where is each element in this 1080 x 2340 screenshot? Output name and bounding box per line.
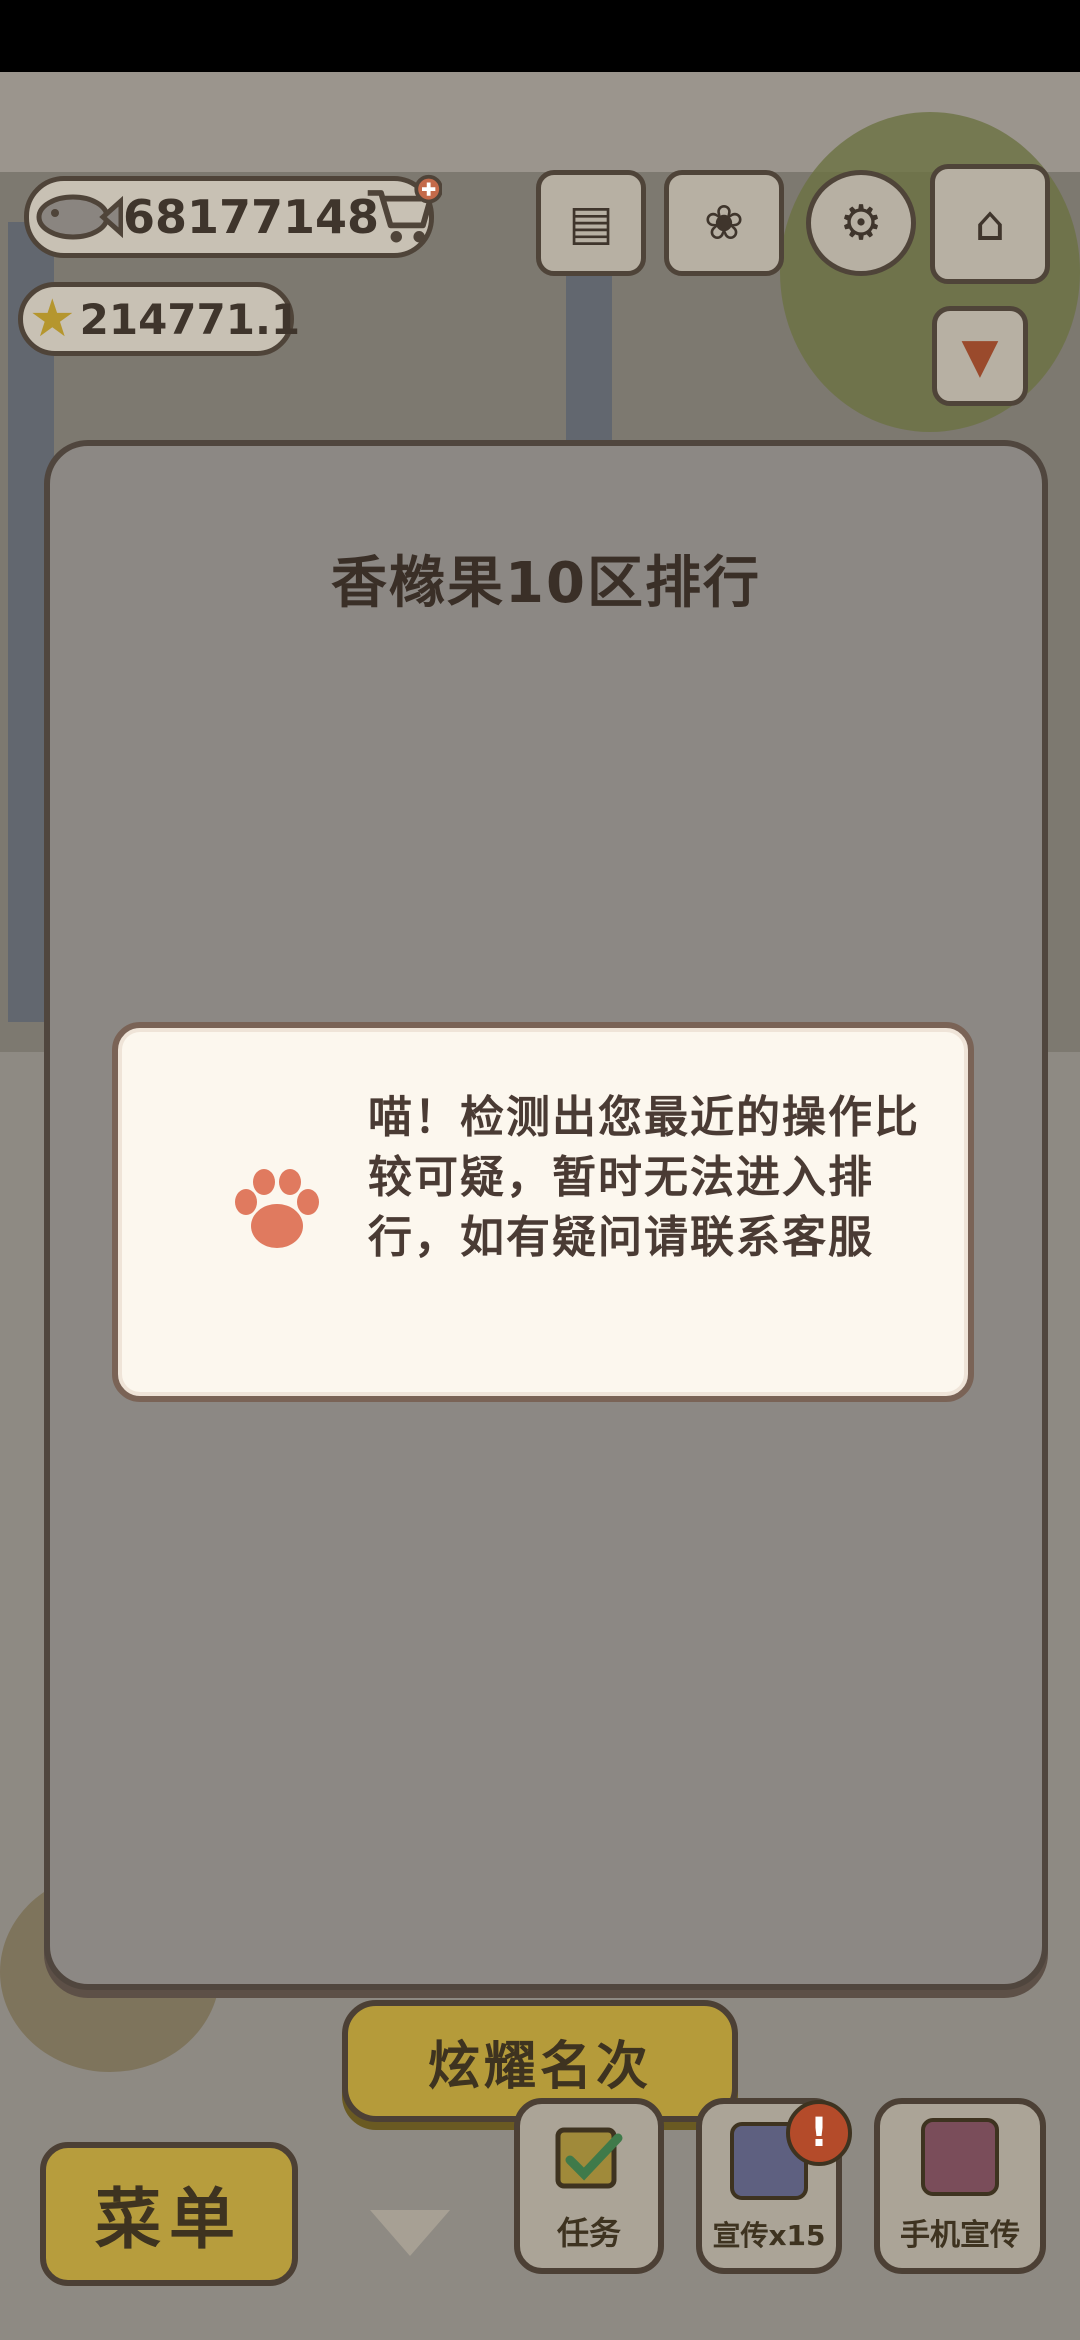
dialog-message: 喵！检测出您最近的操作比较可疑，暂时无法进入排行，如有疑问请联系客服: [368, 1092, 920, 1263]
suspicious-activity-dialog: 喵！检测出您最近的操作比较可疑，暂时无法进入排行，如有疑问请联系客服: [112, 1022, 974, 1402]
star-icon: ★: [29, 289, 76, 349]
menu-label: 菜单: [95, 2181, 243, 2258]
status-bar: [0, 0, 1080, 72]
settings-button[interactable]: ⚙: [806, 170, 916, 276]
paw-icon: [235, 1169, 319, 1248]
star-count: 214771.1: [79, 294, 301, 344]
shop-cart-button[interactable]: [362, 172, 442, 252]
gear-icon: ⚙: [839, 195, 883, 251]
checklist-icon: [555, 2127, 623, 2189]
tasks-button[interactable]: 任务: [514, 2098, 664, 2274]
star-counter: ★ 214771.1: [18, 282, 300, 356]
cart-plus-icon: [367, 174, 442, 243]
ranking-title: 香橼果10区排行: [331, 551, 761, 616]
phone-promote-button[interactable]: 手机宣传: [874, 2098, 1046, 2274]
newspaper-button[interactable]: ▤: [536, 170, 646, 276]
menu-button[interactable]: 菜单: [40, 2142, 298, 2286]
show-rank-label: 炫耀名次: [427, 2036, 652, 2097]
newspaper-icon: ▤: [568, 195, 614, 251]
cat-book-button[interactable]: ❀: [664, 170, 784, 276]
phone-promo-icon: [921, 2118, 999, 2196]
chevron-down-icon[interactable]: [370, 2210, 450, 2256]
collapse-button[interactable]: ▼: [932, 306, 1028, 406]
storefront-icon: ⌂: [974, 196, 1006, 252]
store-button[interactable]: ⌂: [930, 164, 1050, 284]
fish-count: 68177148: [123, 190, 380, 244]
alert-badge: !: [786, 2100, 852, 2166]
paw-book-icon: ❀: [703, 195, 745, 251]
phone-promote-label: 手机宣传: [900, 2218, 1020, 2253]
promote-label: 宣传x15: [712, 2219, 826, 2252]
tasks-label: 任务: [556, 2214, 621, 2252]
fish-icon: [36, 194, 123, 240]
chevron-down-icon: ▼: [961, 328, 999, 384]
